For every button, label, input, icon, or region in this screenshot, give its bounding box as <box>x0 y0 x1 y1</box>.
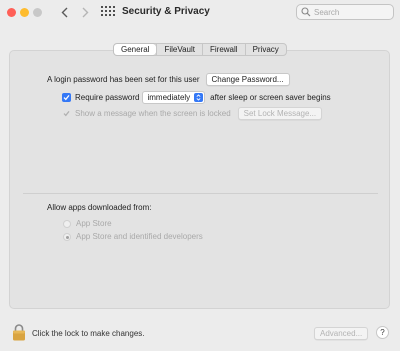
search-field[interactable]: Search <box>296 4 394 20</box>
require-password-select[interactable]: immediately <box>142 91 206 104</box>
zoom-window-button[interactable] <box>33 8 42 17</box>
show-message-label: Show a message when the screen is locked <box>75 109 231 118</box>
show-message-checkbox[interactable] <box>62 109 71 118</box>
help-button[interactable]: ? <box>376 326 389 339</box>
close-window-button[interactable] <box>7 8 16 17</box>
chevron-right-icon <box>82 7 88 18</box>
search-icon <box>301 7 311 17</box>
radio-identified-developers[interactable] <box>63 232 71 241</box>
tab-filevault[interactable]: FileVault <box>156 44 202 55</box>
require-password-value: immediately <box>147 93 191 102</box>
show-message-row: Show a message when the screen is locked… <box>62 107 323 120</box>
lock-icon[interactable] <box>12 323 26 341</box>
forward-button[interactable] <box>79 6 91 19</box>
grid-icon[interactable] <box>101 6 115 18</box>
radio-identified-label: App Store and identified developers <box>76 232 203 241</box>
lock-text: Click the lock to make changes. <box>32 329 145 338</box>
section-divider <box>23 193 378 194</box>
window-title: Security & Privacy <box>122 6 210 17</box>
tab-privacy[interactable]: Privacy <box>244 44 286 55</box>
back-button[interactable] <box>58 6 70 19</box>
login-password-row: A login password has been set for this u… <box>47 73 290 86</box>
chevron-left-icon <box>61 7 67 18</box>
change-password-button[interactable]: Change Password... <box>205 73 290 86</box>
search-placeholder: Search <box>314 8 340 17</box>
checkmark-icon <box>63 110 70 117</box>
set-lock-message-button[interactable]: Set Lock Message... <box>237 107 323 120</box>
security-privacy-window: Security & Privacy Search General FileVa… <box>0 0 400 351</box>
allow-apps-heading-row: Allow apps downloaded from: <box>47 203 152 212</box>
minimize-window-button[interactable] <box>20 8 29 17</box>
login-password-text: A login password has been set for this u… <box>47 75 200 84</box>
title-bar: Security & Privacy Search <box>0 0 400 26</box>
checkmark-icon <box>63 94 70 101</box>
require-password-row: Require password immediately after sleep… <box>62 91 331 104</box>
tab-general[interactable]: General <box>114 44 157 55</box>
updown-chevron-icon <box>194 93 204 102</box>
tab-firewall[interactable]: Firewall <box>202 44 245 55</box>
radio-app-store-row: App Store <box>63 219 112 228</box>
radio-identified-row: App Store and identified developers <box>63 232 203 241</box>
require-password-label: Require password <box>75 93 140 102</box>
general-panel: A login password has been set for this u… <box>9 50 390 309</box>
advanced-button[interactable]: Advanced... <box>314 327 369 340</box>
require-password-suffix: after sleep or screen saver begins <box>210 93 331 102</box>
radio-app-store[interactable] <box>63 219 71 228</box>
radio-app-store-label: App Store <box>76 219 112 228</box>
tab-bar: General FileVault Firewall Privacy <box>113 43 287 56</box>
allow-apps-heading: Allow apps downloaded from: <box>47 203 152 212</box>
require-password-checkbox[interactable] <box>62 93 71 102</box>
